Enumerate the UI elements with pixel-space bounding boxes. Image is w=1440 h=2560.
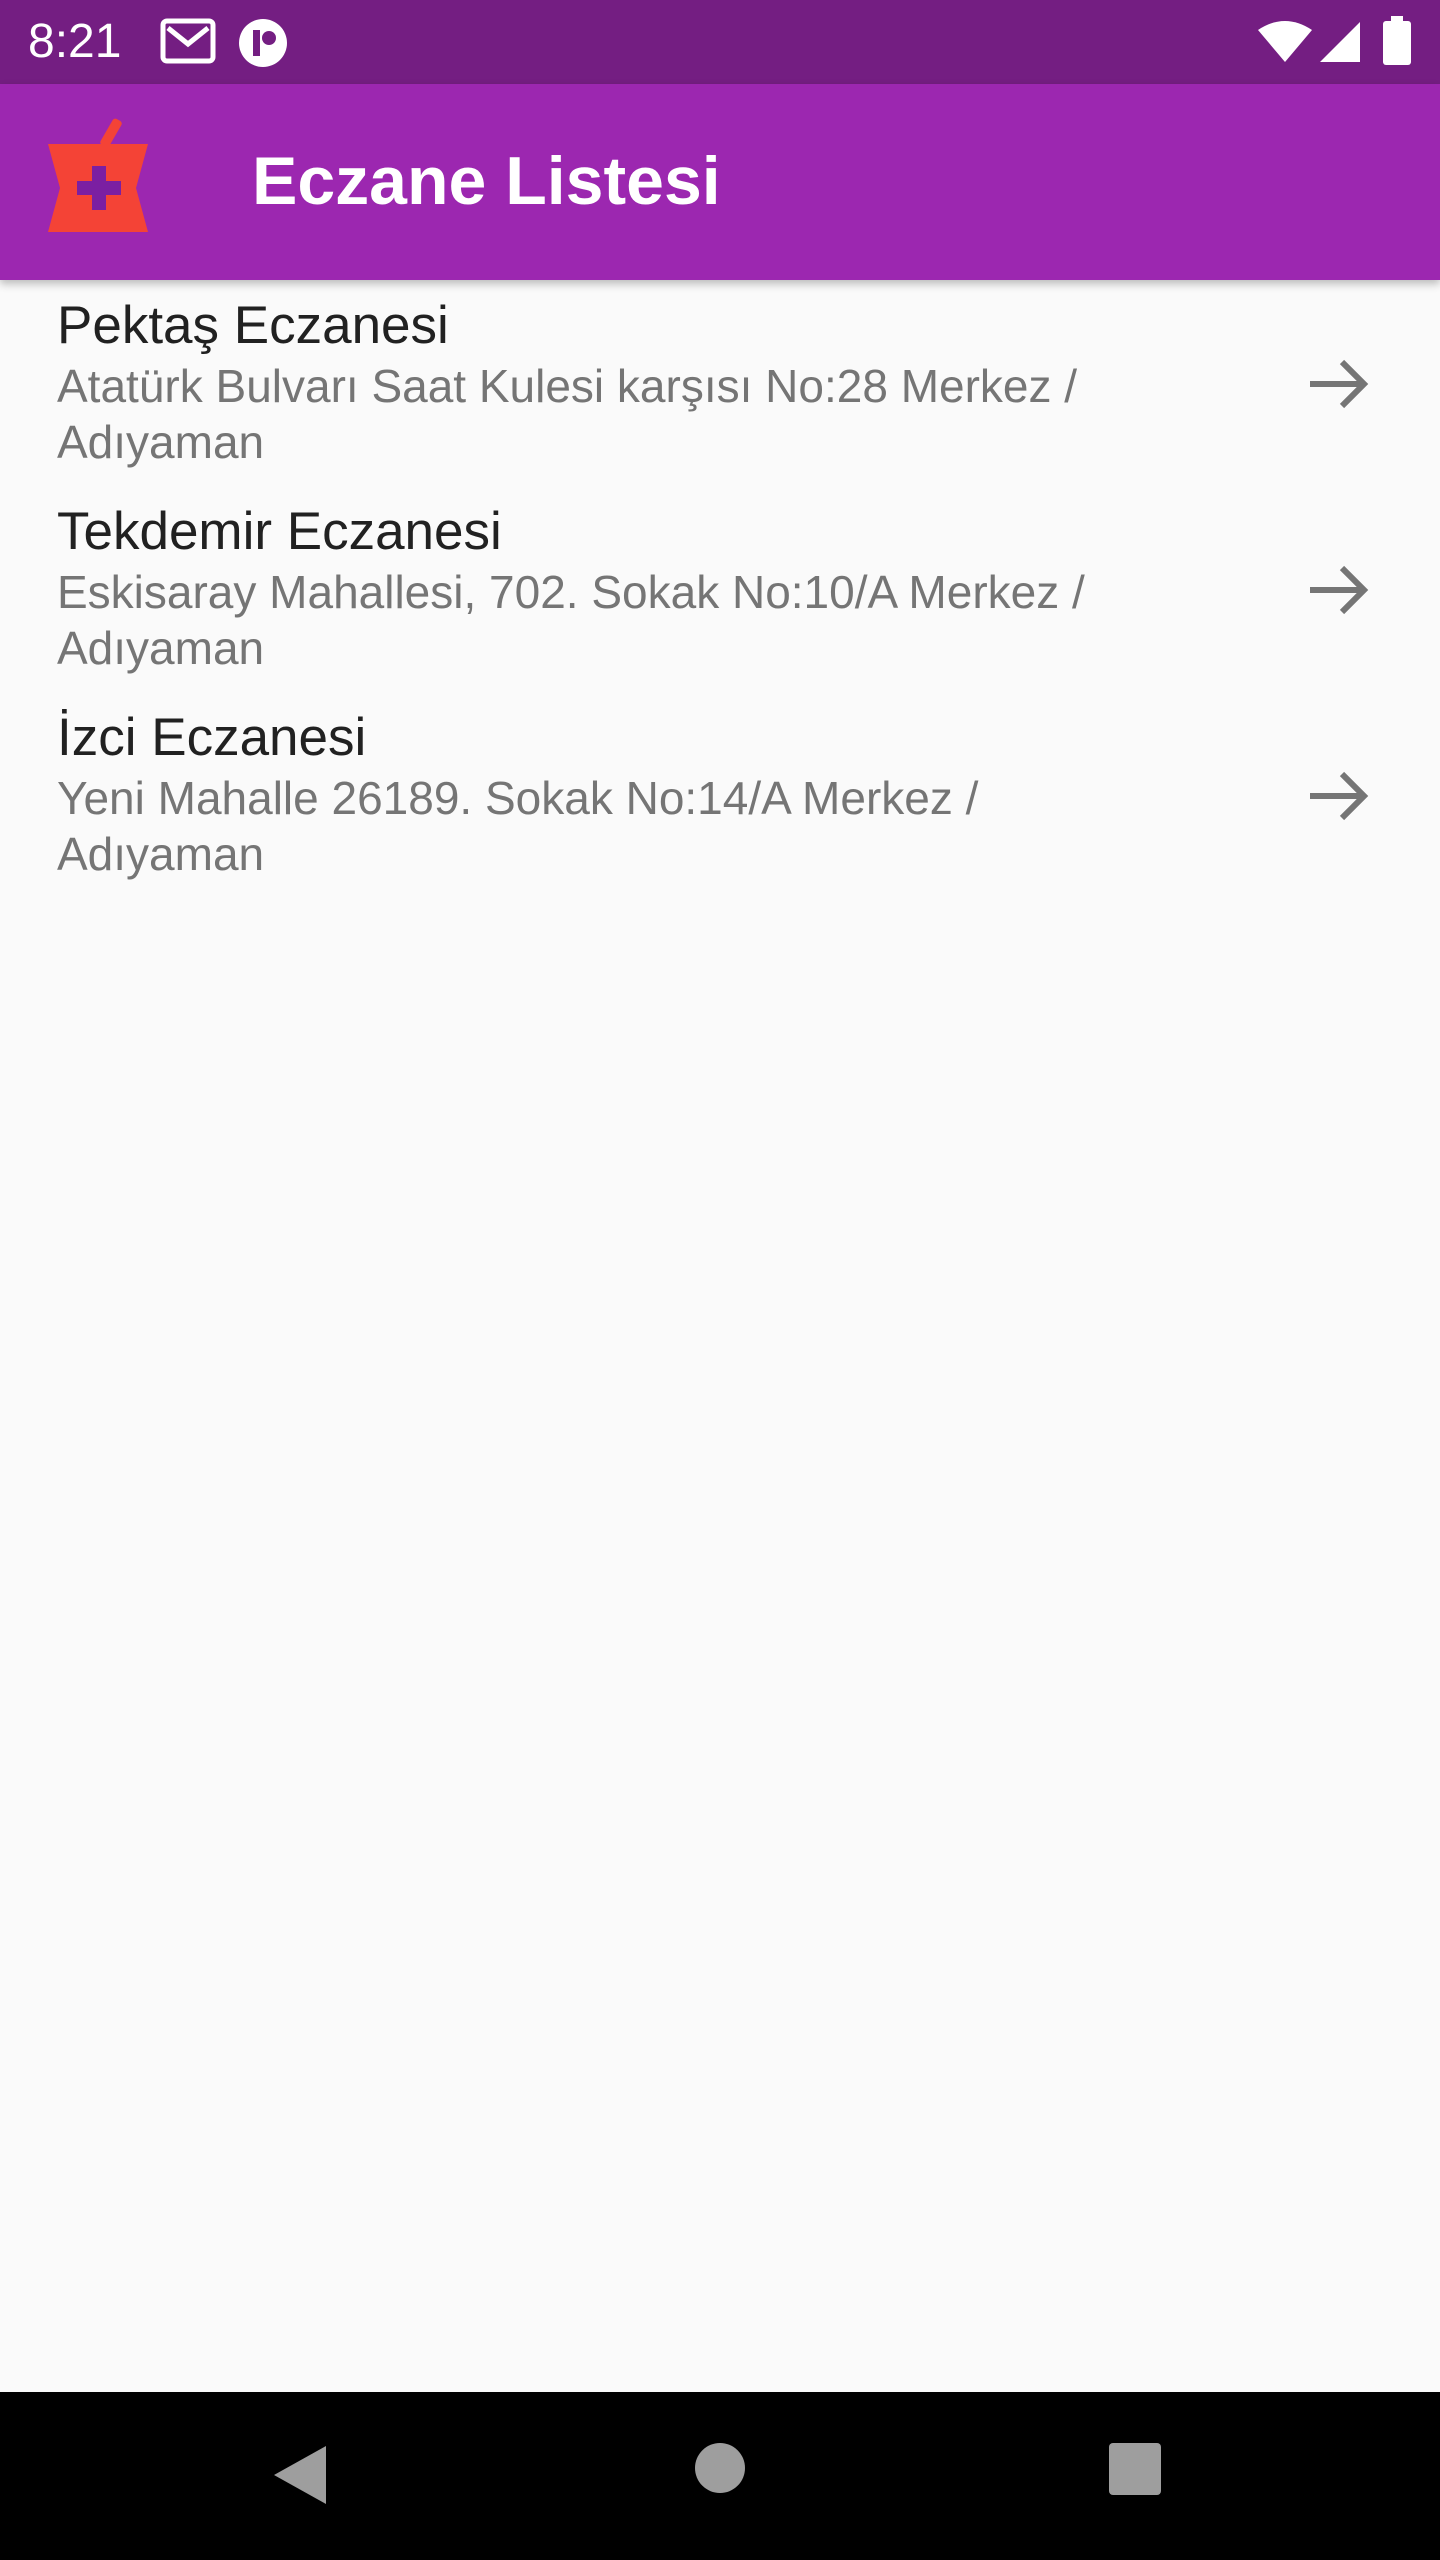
list-item[interactable]: İzci Eczanesi Yeni Mahalle 26189. Sokak … <box>0 692 1440 898</box>
page-title: Eczane Listesi <box>252 143 721 219</box>
pharmacy-address: Eskisaray Mahallesi, 702. Sokak No:10/A … <box>57 566 1085 674</box>
arrow-right-icon <box>1310 771 1369 821</box>
battery-icon <box>1383 16 1411 65</box>
signal-icon <box>1320 22 1360 62</box>
pharmacy-address: Yeni Mahalle 26189. Sokak No:14/A Merkez… <box>57 772 979 880</box>
navigation-bar <box>0 2392 1440 2560</box>
pharmacy-address: Atatürk Bulvarı Saat Kulesi karşısı No:2… <box>57 360 1078 468</box>
pharmacy-name: Pektaş Eczanesi <box>57 296 449 355</box>
status-bar: 8:21 <box>0 0 1440 84</box>
wifi-icon <box>1258 21 1312 62</box>
pharmacy-mortar-icon <box>48 118 148 232</box>
recents-icon[interactable] <box>1108 2442 1162 2496</box>
back-icon[interactable] <box>270 2442 330 2508</box>
app-notification-icon <box>239 19 287 67</box>
status-time: 8:21 <box>28 15 122 68</box>
arrow-right-icon <box>1310 565 1369 615</box>
pharmacy-name: Tekdemir Eczanesi <box>57 502 502 561</box>
pharmacy-list: Pektaş Eczanesi Atatürk Bulvarı Saat Kul… <box>0 280 1440 898</box>
pharmacy-name: İzci Eczanesi <box>57 708 367 767</box>
list-item[interactable]: Tekdemir Eczanesi Eskisaray Mahallesi, 7… <box>0 486 1440 692</box>
list-item[interactable]: Pektaş Eczanesi Atatürk Bulvarı Saat Kul… <box>0 280 1440 486</box>
gmail-icon <box>160 18 216 64</box>
home-icon[interactable] <box>694 2442 746 2494</box>
arrow-right-icon <box>1310 359 1369 409</box>
